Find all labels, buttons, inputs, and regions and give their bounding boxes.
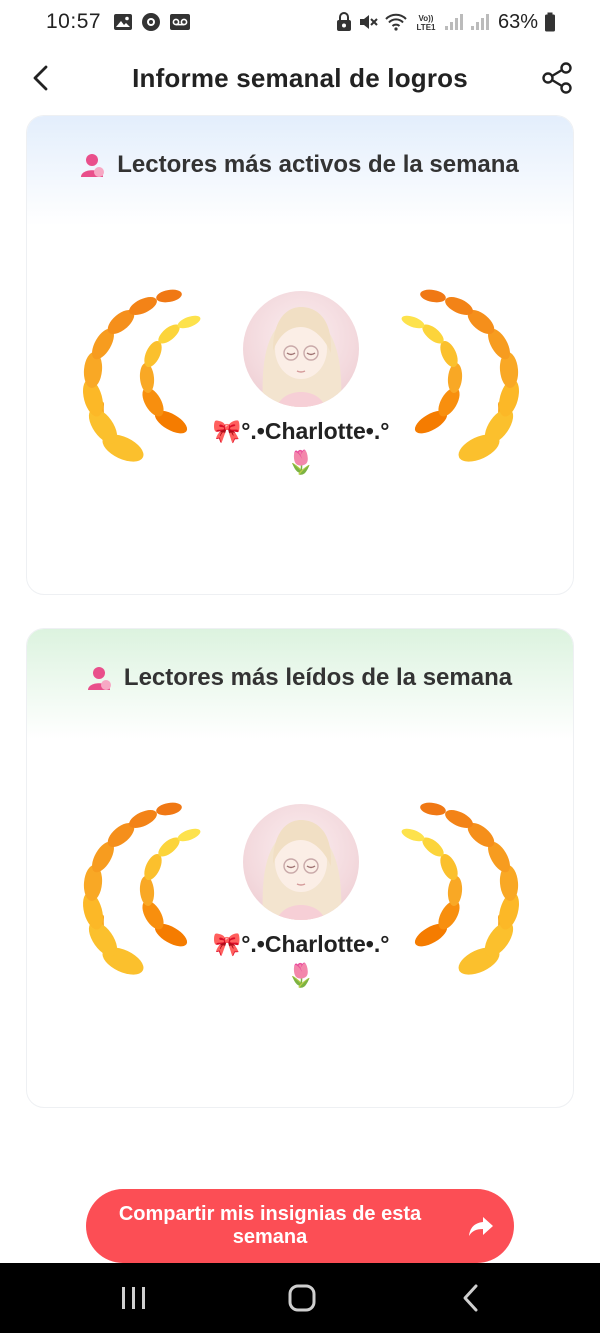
back-button[interactable] — [26, 62, 58, 94]
wifi-icon — [384, 12, 408, 32]
volte-icon: Vo)) LTE1 — [414, 12, 438, 32]
most-read-readers-card: Lectores más leídos de la semana 🎀°.•Cha… — [26, 628, 574, 1108]
system-back-button[interactable] — [452, 1283, 492, 1313]
avatar-illustration — [262, 307, 342, 407]
award-section: 🎀°.•Charlotte•.°🌷 — [27, 789, 573, 991]
signal-icon — [470, 13, 490, 31]
status-left: 10:57 — [46, 10, 191, 34]
person-icon — [81, 154, 105, 177]
card-title: Lectores más activos de la semana — [117, 151, 519, 178]
recents-button[interactable] — [114, 1283, 154, 1313]
mute-icon — [358, 12, 378, 32]
status-bar: 10:57 Vo)) LTE1 63% — [0, 0, 600, 44]
share-arrow-icon — [469, 1217, 493, 1236]
laurel-left-icon — [83, 802, 201, 975]
avatar-illustration — [262, 820, 342, 920]
card-header: Lectores más activos de la semana — [27, 116, 573, 226]
app-header: Informe semanal de logros — [0, 50, 600, 106]
award-section: 🎀°.•Charlotte•.°🌷 — [27, 276, 573, 478]
back-icon — [463, 1284, 478, 1312]
most-active-readers-card: Lectores más activos de la semana 🎀°.•Ch… — [26, 115, 574, 595]
share-icon — [542, 62, 572, 94]
laurel-right-icon — [401, 802, 519, 975]
battery-percentage: 63% — [497, 10, 538, 33]
signal-icon — [444, 13, 464, 31]
share-badges-label: Compartir mis insignias de esta semana — [118, 1203, 422, 1248]
share-button[interactable] — [540, 60, 576, 96]
system-nav-bar — [0, 1263, 600, 1333]
person-icon — [87, 667, 111, 690]
svg-text:Vo)): Vo)) — [418, 14, 433, 23]
home-icon — [288, 1284, 316, 1312]
status-right: Vo)) LTE1 63% — [336, 11, 556, 34]
avatar[interactable] — [243, 291, 359, 407]
notification-lock-icon — [336, 12, 352, 32]
card-title: Lectores más leídos de la semana — [123, 664, 513, 691]
username[interactable]: 🎀°.•Charlotte•.°🌷 — [201, 416, 401, 478]
chevron-left-icon — [33, 65, 48, 91]
laurel-right-icon — [401, 289, 519, 462]
share-badges-button[interactable]: Compartir mis insignias de esta semana — [86, 1189, 514, 1263]
status-time: 10:57 — [46, 10, 102, 33]
svg-text:LTE1: LTE1 — [416, 23, 436, 32]
screen: 10:57 Vo)) LTE1 63% Informe semanal de l… — [0, 0, 600, 1333]
voicemail-icon — [169, 13, 191, 31]
username[interactable]: 🎀°.•Charlotte•.°🌷 — [201, 929, 401, 991]
card-header: Lectores más leídos de la semana — [27, 629, 573, 739]
laurel-left-icon — [83, 289, 201, 462]
battery-icon — [544, 12, 556, 32]
page-title: Informe semanal de logros — [132, 62, 468, 93]
image-icon — [113, 13, 133, 31]
home-button[interactable] — [282, 1283, 322, 1313]
avatar[interactable] — [243, 804, 359, 920]
recents-icon — [122, 1287, 145, 1309]
media-icon — [141, 12, 161, 32]
